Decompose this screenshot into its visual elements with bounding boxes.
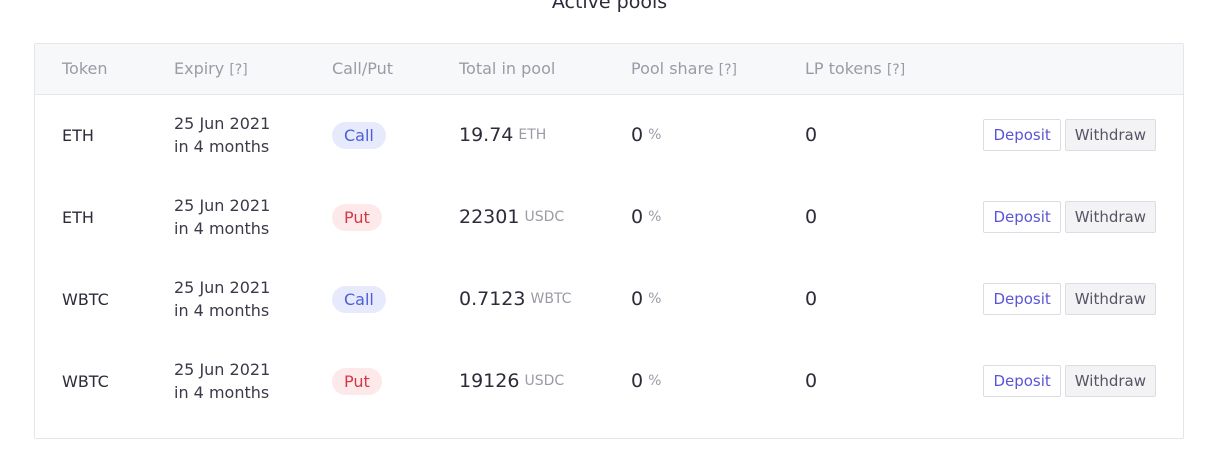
total-amount: 22301: [459, 206, 520, 228]
pool-share-value: 0: [631, 124, 644, 146]
token-symbol: ETH: [62, 207, 94, 227]
deposit-button[interactable]: Deposit: [983, 119, 1061, 151]
row-actions: Deposit Withdraw: [983, 258, 1156, 340]
expiry-cell: 25 Jun 2021 in 4 months: [174, 176, 270, 258]
pool-share-unit: %: [648, 209, 662, 225]
expiry-relative: in 4 months: [174, 383, 270, 402]
lp-tokens-value: 0: [805, 288, 818, 310]
expiry-relative: in 4 months: [174, 137, 270, 156]
token-cell: WBTC: [62, 258, 109, 340]
expiry-cell: 25 Jun 2021 in 4 months: [174, 258, 270, 340]
total-amount: 19.74: [459, 124, 514, 146]
total-amount: 19126: [459, 370, 520, 392]
total-in-pool-cell: 22301 USDC: [459, 176, 564, 258]
header-pool-share: Pool share [?]: [631, 44, 737, 94]
option-type-badge: Put: [332, 203, 382, 231]
lp-tokens-cell: 0: [805, 340, 817, 422]
row-actions: Deposit Withdraw: [983, 94, 1156, 176]
pool-share-cell: 0 %: [631, 176, 661, 258]
expiry-relative: in 4 months: [174, 301, 270, 320]
header-expiry: Expiry [?]: [174, 44, 248, 94]
total-in-pool-cell: 19.74 ETH: [459, 94, 546, 176]
type-cell: Call: [332, 94, 386, 176]
option-type-badge: Put: [332, 367, 382, 395]
expiry-date: 25 Jun 2021: [174, 278, 271, 297]
pool-share-unit: %: [648, 291, 662, 307]
header-token-label: Token: [62, 59, 108, 78]
withdraw-button[interactable]: Withdraw: [1064, 119, 1156, 151]
token-cell: ETH: [62, 94, 94, 176]
pool-share-cell: 0 %: [631, 258, 661, 340]
total-unit: WBTC: [530, 291, 572, 307]
total-unit: USDC: [524, 373, 565, 389]
token-symbol: WBTC: [62, 289, 109, 309]
option-type-badge: Call: [332, 121, 386, 149]
table-row: WBTC 25 Jun 2021 in 4 months Call 0.7123…: [35, 258, 1183, 340]
lp-tokens-cell: 0: [805, 94, 817, 176]
header-total-in-pool: Total in pool: [459, 44, 555, 94]
total-amount: 0.7123: [459, 288, 526, 310]
header-token: Token: [62, 44, 108, 94]
table-row: WBTC 25 Jun 2021 in 4 months Put 19126 U…: [35, 340, 1183, 422]
type-cell: Call: [332, 258, 386, 340]
token-symbol: WBTC: [62, 371, 109, 391]
table-row: ETH 25 Jun 2021 in 4 months Call 19.74 E…: [35, 94, 1183, 176]
expiry-relative: in 4 months: [174, 219, 270, 238]
lp-tokens-cell: 0: [805, 176, 817, 258]
token-cell: WBTC: [62, 340, 109, 422]
pool-share-cell: 0 %: [631, 340, 661, 422]
type-cell: Put: [332, 340, 382, 422]
header-pool-share-label: Pool share: [631, 59, 714, 78]
token-symbol: ETH: [62, 125, 94, 145]
header-total-label: Total in pool: [459, 59, 556, 78]
lp-tokens-cell: 0: [805, 258, 817, 340]
row-actions: Deposit Withdraw: [983, 340, 1156, 422]
row-actions: Deposit Withdraw: [983, 176, 1156, 258]
total-in-pool-cell: 19126 USDC: [459, 340, 564, 422]
deposit-button[interactable]: Deposit: [983, 283, 1061, 315]
table-header: Token Expiry [?] Call/Put Total in pool …: [35, 44, 1183, 95]
pool-share-value: 0: [631, 288, 644, 310]
type-cell: Put: [332, 176, 382, 258]
header-call-put: Call/Put: [332, 44, 393, 94]
expiry-date: 25 Jun 2021: [174, 196, 271, 215]
lp-tokens-value: 0: [805, 124, 818, 146]
token-cell: ETH: [62, 176, 94, 258]
expiry-cell: 25 Jun 2021 in 4 months: [174, 340, 270, 422]
total-in-pool-cell: 0.7123 WBTC: [459, 258, 571, 340]
lp-tokens-help-link[interactable]: [?]: [887, 62, 905, 78]
page: Active pools Token Expiry [?] Call/Put T…: [0, 0, 1219, 472]
withdraw-button[interactable]: Withdraw: [1064, 283, 1156, 315]
page-title: Active pools: [551, 0, 668, 13]
table-row: ETH 25 Jun 2021 in 4 months Put 22301 US…: [35, 176, 1183, 258]
lp-tokens-value: 0: [805, 206, 818, 228]
expiry-date: 25 Jun 2021: [174, 114, 271, 133]
pool-share-unit: %: [648, 373, 662, 389]
withdraw-button[interactable]: Withdraw: [1064, 365, 1156, 397]
active-pools-table: Token Expiry [?] Call/Put Total in pool …: [34, 43, 1184, 439]
pool-share-cell: 0 %: [631, 94, 661, 176]
pool-share-value: 0: [631, 206, 644, 228]
deposit-button[interactable]: Deposit: [983, 365, 1061, 397]
expiry-cell: 25 Jun 2021 in 4 months: [174, 94, 270, 176]
pool-share-help-link[interactable]: [?]: [719, 62, 737, 78]
expiry-date: 25 Jun 2021: [174, 360, 271, 379]
total-unit: ETH: [518, 127, 547, 143]
header-expiry-label: Expiry: [174, 59, 225, 78]
deposit-button[interactable]: Deposit: [983, 201, 1061, 233]
option-type-badge: Call: [332, 285, 386, 313]
expiry-help-link[interactable]: [?]: [229, 62, 247, 78]
pool-share-value: 0: [631, 370, 644, 392]
total-unit: USDC: [524, 209, 565, 225]
header-lp-tokens-label: LP tokens: [805, 59, 882, 78]
header-lp-tokens: LP tokens [?]: [805, 44, 905, 94]
header-call-put-label: Call/Put: [332, 59, 394, 78]
withdraw-button[interactable]: Withdraw: [1064, 201, 1156, 233]
lp-tokens-value: 0: [805, 370, 818, 392]
pool-share-unit: %: [648, 127, 662, 143]
